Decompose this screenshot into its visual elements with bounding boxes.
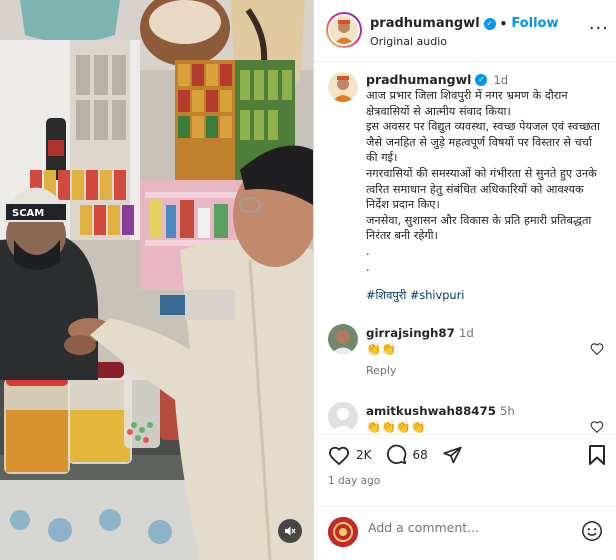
comment-header: amitkushwah88475 5h — [366, 404, 515, 418]
emoji-smiley-icon[interactable] — [581, 520, 603, 542]
commenter-avatar[interactable] — [328, 402, 358, 432]
author-name-row: pradhumangwl ✓ • Follow — [370, 16, 558, 31]
verified-badge-icon: ✓ — [475, 73, 488, 86]
comment-time[interactable]: 1d — [459, 326, 474, 340]
comment-bubble-icon[interactable] — [386, 444, 407, 465]
comment-header: girrajsingh87 1d — [366, 326, 474, 340]
post-sidebar: pradhumangwl ✓ • Follow Original audio ·… — [313, 0, 616, 560]
post-media[interactable]: SCAM — [0, 0, 313, 560]
comment-input[interactable] — [368, 520, 568, 535]
current-user-avatar — [328, 517, 358, 547]
like-count[interactable]: 2K — [356, 448, 372, 462]
reply-button[interactable]: Reply — [366, 364, 396, 377]
post-photo: SCAM — [0, 0, 313, 560]
avatar-photo — [328, 324, 358, 354]
caption-username[interactable]: pradhumangwl — [366, 72, 471, 87]
commenter-avatar[interactable] — [328, 324, 358, 354]
like-comment-heart-icon[interactable] — [590, 342, 604, 355]
author-username[interactable]: pradhumangwl — [370, 16, 480, 31]
avatar-photo — [328, 517, 358, 547]
follow-button[interactable]: Follow — [511, 16, 558, 31]
comment-username[interactable]: amitkushwah88475 — [366, 404, 496, 418]
avatar-photo — [330, 16, 358, 44]
caption-author-avatar[interactable] — [328, 72, 358, 102]
action-row: 2K 68 — [328, 444, 463, 465]
caption-hashtags[interactable]: #शिवपुरी #shivpuri — [366, 288, 464, 303]
audio-label[interactable]: Original audio — [370, 35, 447, 48]
comment-item: girrajsingh87 1d 👏👏 Reply — [328, 324, 608, 386]
more-options-icon[interactable]: ··· — [589, 18, 609, 39]
caption-header: pradhumangwl ✓ 1d — [366, 72, 508, 87]
post-date[interactable]: 1 day ago — [328, 475, 380, 487]
add-comment-bar — [314, 506, 616, 560]
mute-button[interactable] — [278, 519, 302, 543]
comment-count[interactable]: 68 — [413, 448, 428, 462]
verified-badge-icon: ✓ — [483, 17, 496, 30]
comment-item: amitkushwah88475 5h 👏👏👏👏 — [328, 402, 608, 434]
save-bookmark-icon[interactable] — [587, 444, 607, 466]
comment-text: 👏👏👏👏 — [366, 420, 426, 434]
comment-text: 👏👏 — [366, 342, 396, 356]
share-paper-plane-icon[interactable] — [442, 445, 463, 465]
comment-time[interactable]: 5h — [500, 404, 515, 418]
instagram-post-view: SCAM pradhumangwl ✓ • Follow Original au… — [0, 0, 616, 560]
svg-text:SCAM: SCAM — [12, 208, 44, 219]
default-avatar-icon — [328, 402, 358, 432]
like-heart-icon[interactable] — [328, 445, 350, 465]
separator-dot: • — [499, 16, 508, 31]
like-comment-heart-icon[interactable] — [590, 420, 604, 433]
comment-username[interactable]: girrajsingh87 — [366, 326, 455, 340]
comments-scroll-area[interactable]: pradhumangwl ✓ 1d आज प्रभार जिला शिवपुरी… — [314, 62, 616, 434]
post-header: pradhumangwl ✓ • Follow Original audio ·… — [314, 0, 616, 62]
post-actions: 2K 68 1 day ago — [314, 434, 616, 506]
author-avatar[interactable] — [326, 12, 362, 48]
avatar-photo — [328, 72, 358, 102]
caption-time[interactable]: 1d — [493, 73, 508, 87]
speaker-muted-icon — [285, 526, 296, 536]
caption-text: आज प्रभार जिला शिवपुरी में नगर भ्रमण के … — [366, 89, 600, 274]
